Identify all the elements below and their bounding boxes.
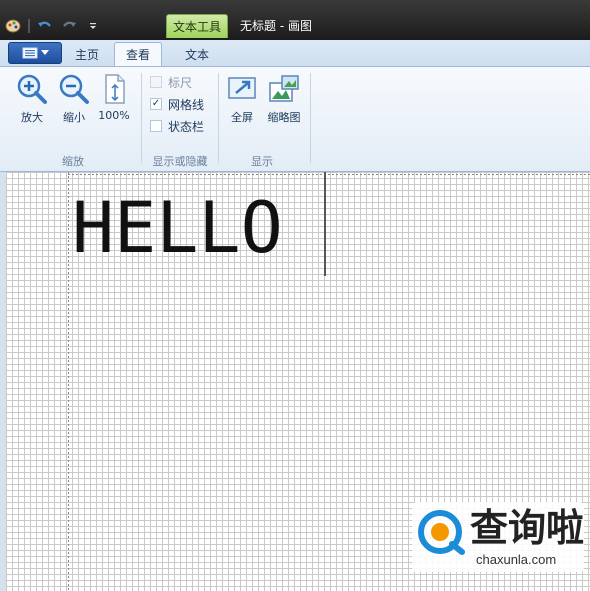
watermark-chinese: 查询啦 bbox=[470, 506, 585, 550]
customize-qat-icon[interactable] bbox=[84, 18, 102, 34]
zoom-out-icon bbox=[58, 73, 90, 105]
ruler-checkbox[interactable] bbox=[150, 76, 162, 88]
separator bbox=[28, 19, 30, 33]
ribbon-tabs: 主页 查看 文本 bbox=[0, 40, 590, 66]
canvas-border-left bbox=[68, 172, 69, 591]
menu-icon bbox=[22, 47, 37, 59]
fullscreen-icon bbox=[226, 73, 258, 105]
thumbnail-button[interactable]: 缩略图 bbox=[262, 73, 306, 133]
context-tab-text-tools: 文本工具 bbox=[166, 14, 228, 38]
statusbar-checkbox-row[interactable]: 状态栏 bbox=[150, 117, 204, 135]
title-bar: 文本工具 无标题 - 画图 bbox=[0, 0, 590, 40]
statusbar-label: 状态栏 bbox=[168, 119, 205, 134]
window-title: 无标题 - 画图 bbox=[240, 19, 312, 33]
redo-icon[interactable] bbox=[60, 18, 78, 34]
zoom-out-button[interactable]: 缩小 bbox=[54, 73, 94, 133]
zoom-out-label: 缩小 bbox=[63, 111, 85, 124]
undo-icon[interactable] bbox=[36, 18, 54, 34]
paint-app-icon[interactable] bbox=[4, 18, 22, 34]
quick-access-toolbar bbox=[4, 16, 102, 36]
display-group-label: 显示 bbox=[251, 155, 273, 168]
ruler-checkbox-row[interactable]: 标尺 bbox=[150, 73, 192, 91]
zoom-in-button[interactable]: 放大 bbox=[12, 73, 52, 133]
zoom-in-icon bbox=[16, 73, 48, 105]
watermark-logo: 查询啦 chaxunla.com bbox=[412, 502, 584, 572]
canvas-border-top bbox=[68, 174, 590, 175]
zoom-100-label: 100% bbox=[98, 109, 130, 122]
tab-view[interactable]: 查看 bbox=[114, 42, 162, 66]
statusbar-checkbox[interactable] bbox=[150, 120, 162, 132]
thumbnail-icon bbox=[268, 73, 300, 105]
gridlines-checkbox-row[interactable]: ✓ 网格线 bbox=[150, 95, 204, 113]
thumbnail-label: 缩略图 bbox=[267, 111, 301, 124]
fullscreen-button[interactable]: 全屏 bbox=[222, 73, 262, 133]
group-separator bbox=[310, 73, 311, 163]
application-menu-button[interactable] bbox=[8, 42, 62, 64]
tab-text[interactable]: 文本 bbox=[176, 42, 218, 66]
ruler-label: 标尺 bbox=[168, 75, 193, 90]
window-frame-left bbox=[0, 172, 6, 591]
fullscreen-label: 全屏 bbox=[231, 111, 253, 124]
gridlines-label: 网格线 bbox=[168, 97, 205, 112]
text-cursor bbox=[324, 172, 326, 276]
zoom-100-button[interactable]: 100% bbox=[94, 73, 134, 133]
zoom-in-label: 放大 bbox=[21, 111, 43, 124]
tab-home[interactable]: 主页 bbox=[68, 42, 106, 66]
gridlines-checkbox[interactable]: ✓ bbox=[150, 98, 162, 110]
chevron-down-icon bbox=[40, 50, 49, 55]
canvas-text[interactable]: HELLO bbox=[72, 190, 283, 266]
magnifier-logo-icon bbox=[416, 508, 466, 558]
group-separator bbox=[141, 73, 142, 163]
zoom-group-label: 缩放 bbox=[62, 155, 84, 168]
show-hide-group-label: 显示或隐藏 bbox=[152, 155, 208, 168]
group-separator bbox=[218, 73, 219, 163]
page-100-icon bbox=[98, 73, 130, 105]
ribbon-panel: 放大 缩小 100% 缩放 标尺 ✓ 网格线 状态栏 显示或隐藏 全屏 缩略图 … bbox=[0, 66, 590, 172]
watermark-domain: chaxunla.com bbox=[476, 552, 557, 567]
